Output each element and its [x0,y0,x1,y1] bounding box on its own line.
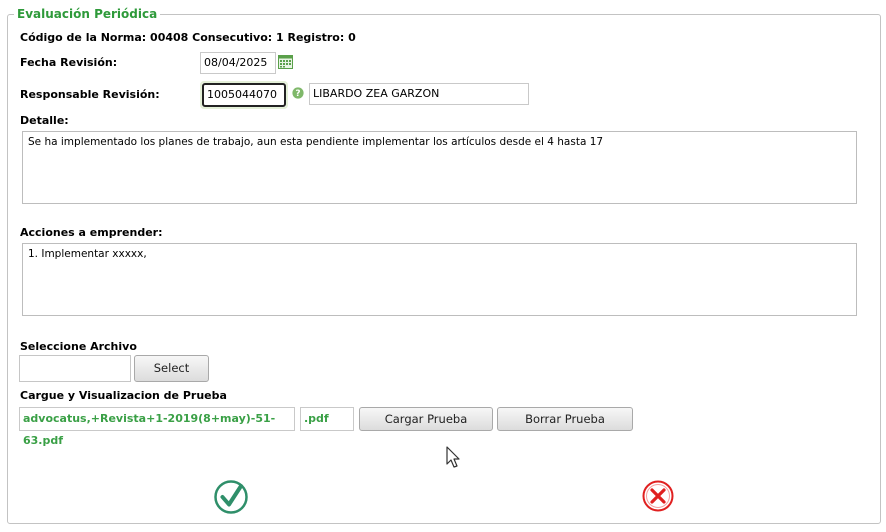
registro-value: 0 [348,31,356,44]
codigo-value: 00408 [150,31,189,44]
archivo-input[interactable] [19,355,131,382]
consecutivo-label: Consecutivo: [192,31,273,44]
help-icon[interactable]: ? [292,87,304,99]
prueba-extension: .pdf [300,407,354,431]
mouse-cursor-icon [446,446,462,470]
responsable-id-input[interactable]: 1005044070 [202,83,286,107]
accept-button[interactable] [213,479,249,515]
responsable-name-field: LIBARDO ZEA GARZON [309,83,529,105]
calendar-icon[interactable] [278,54,293,69]
responsable-label: Responsable Revisión: [20,88,160,101]
panel-legend: Evaluación Periódica [14,7,161,21]
registro-label: Registro: [287,31,345,44]
acciones-label: Acciones a emprender: [20,226,163,239]
consecutivo-value: 1 [276,31,284,44]
fecha-input[interactable]: 08/04/2025 [200,52,276,74]
acciones-textarea[interactable]: 1. Implementar xxxxx, [22,243,857,316]
prueba-filename: advocatus,+Revista+1-2019(8+may)-51-63.p… [19,407,295,447]
cancel-button[interactable] [641,479,675,513]
borrar-prueba-button[interactable]: Borrar Prueba [497,407,633,431]
fecha-label: Fecha Revisión: [20,56,118,69]
check-circle-icon [214,480,248,514]
cargar-prueba-button[interactable]: Cargar Prueba [359,407,493,431]
prueba-label: Cargue y Visualizacion de Prueba [20,389,227,402]
detalle-textarea[interactable]: Se ha implementado los planes de trabajo… [22,131,857,204]
close-circle-icon [642,480,674,512]
svg-text:?: ? [295,89,300,99]
archivo-label: Seleccione Archivo [20,340,137,353]
codigo-label: Código de la Norma: [20,31,147,44]
norma-info: Código de la Norma: 00408 Consecutivo: 1… [20,31,356,44]
detalle-label: Detalle: [20,114,69,127]
select-file-button[interactable]: Select [134,355,209,382]
